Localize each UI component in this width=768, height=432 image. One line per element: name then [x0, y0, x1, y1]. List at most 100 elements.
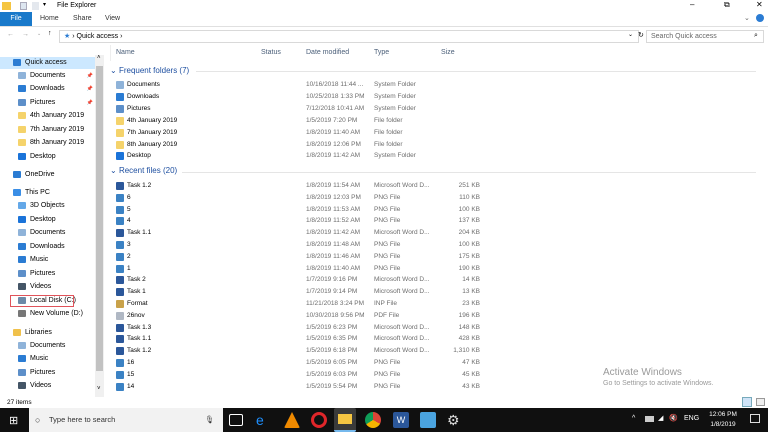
battery-icon[interactable] — [645, 416, 654, 422]
sidebar-item[interactable]: Pictures 📌 — [0, 97, 95, 109]
large-icons-view-button[interactable] — [756, 398, 765, 406]
list-item[interactable]: Task 1.2 1/8/2019 11:54 AM Microsoft Word … — [112, 180, 492, 192]
pin-icon[interactable]: 📌 — [87, 97, 93, 109]
help-icon[interactable] — [756, 14, 764, 22]
list-item[interactable]: 2 1/8/2019 11:46 AM PNG File 175 KB — [112, 251, 492, 263]
tab-share[interactable]: Share — [65, 12, 100, 26]
scroll-down-icon[interactable]: ˅ — [97, 386, 101, 392]
list-item[interactable]: Task 1 1/7/2019 9:14 PM Microsoft Word D..… — [112, 286, 492, 298]
group-frequent-folders[interactable]: ⌄ Frequent folders (7) — [110, 66, 189, 75]
minimize-button[interactable]: – — [690, 0, 694, 9]
sidebar-item[interactable]: Libraries — [0, 327, 95, 339]
column-status[interactable]: Status — [261, 49, 281, 56]
details-view-button[interactable] — [742, 397, 752, 407]
volume-muted-icon[interactable]: 🔇 — [669, 414, 678, 422]
edge-icon[interactable]: e — [256, 412, 272, 428]
recent-locations-icon[interactable]: ⌄ — [37, 31, 41, 37]
sidebar-scroll-thumb[interactable] — [96, 66, 103, 371]
chrome-icon[interactable] — [365, 412, 381, 428]
sidebar-item[interactable]: Music — [0, 353, 95, 365]
address-dropdown-icon[interactable]: ⌄ — [628, 31, 633, 38]
list-item[interactable]: Task 1.3 1/5/2019 6:23 PM Microsoft Word D… — [112, 322, 492, 334]
list-item[interactable]: 14 1/5/2019 5:54 PM PNG File 43 KB — [112, 381, 492, 393]
task-view-icon[interactable] — [229, 414, 243, 426]
sidebar-item[interactable]: Videos — [0, 380, 95, 392]
list-item[interactable]: 15 1/5/2019 6:03 PM PNG File 45 KB — [112, 369, 492, 381]
file-explorer-taskbar-button[interactable] — [334, 408, 356, 432]
clock[interactable]: 12:06 PM 1/8/2019 — [704, 410, 742, 430]
forward-button[interactable]: → — [22, 31, 29, 38]
list-item[interactable]: Task 1.1 1/8/2019 11:42 AM Microsoft Word … — [112, 227, 492, 239]
sidebar-item[interactable]: Music — [0, 254, 95, 266]
sidebar-item[interactable]: New Volume (D:) — [0, 308, 95, 320]
close-button[interactable]: ✕ — [756, 0, 763, 9]
expand-ribbon-icon[interactable]: ⌄ — [744, 14, 750, 22]
sidebar-item[interactable]: Documents — [0, 227, 95, 239]
sidebar-item[interactable]: Downloads 📌 — [0, 83, 95, 95]
show-hidden-icons[interactable]: ^ — [632, 415, 635, 422]
sidebar-item[interactable]: Downloads — [0, 241, 95, 253]
sidebar-item[interactable]: Videos — [0, 281, 95, 293]
list-item[interactable]: 16 1/5/2019 6:05 PM PNG File 47 KB — [112, 357, 492, 369]
tab-view[interactable]: View — [97, 12, 128, 26]
list-item[interactable]: 26nov 10/30/2018 9:56 PM PDF File 196 KB — [112, 310, 492, 322]
sidebar-item[interactable]: Desktop — [0, 151, 95, 163]
sidebar-item[interactable]: 7th January 2019 — [0, 124, 95, 136]
column-date-modified[interactable]: Date modified — [306, 49, 349, 56]
sidebar-item[interactable]: Documents — [0, 340, 95, 352]
refresh-button[interactable]: ↻ — [638, 31, 644, 39]
tab-file[interactable]: File — [0, 12, 32, 26]
sidebar-item[interactable]: Local Disk (C:) — [10, 295, 76, 307]
windows-start-icon[interactable]: ⊞ — [9, 414, 18, 427]
sidebar-item[interactable]: OneDrive — [0, 169, 95, 181]
list-item[interactable]: Task 2 1/7/2019 9:16 PM Microsoft Word D..… — [112, 274, 492, 286]
sidebar-item[interactable]: Pictures — [0, 268, 95, 280]
sidebar-item[interactable]: Quick access — [0, 57, 95, 69]
list-item[interactable]: 1 1/8/2019 11:40 AM PNG File 190 KB — [112, 263, 492, 275]
pin-icon[interactable]: 📌 — [87, 70, 93, 82]
maximize-button[interactable]: ⧉ — [724, 0, 730, 10]
sidebar-item[interactable]: Pictures — [0, 367, 95, 379]
list-item[interactable]: Desktop 1/8/2019 11:42 AM System Folder — [112, 150, 492, 162]
list-item[interactable]: Downloads 10/25/2018 1:33 PM System Folder — [112, 91, 492, 103]
list-item[interactable]: 8th January 2019 1/8/2019 12:06 PM File fo… — [112, 139, 492, 151]
column-name[interactable]: Name — [116, 49, 135, 56]
up-button[interactable]: ↑ — [48, 30, 52, 37]
list-item[interactable]: 5 1/8/2019 11:53 AM PNG File 100 KB — [112, 204, 492, 216]
list-item[interactable]: 6 1/8/2019 12:03 PM PNG File 110 KB — [112, 192, 492, 204]
list-item[interactable]: Format 11/21/2018 3:24 PM INP File 23 KB — [112, 298, 492, 310]
sidebar-item[interactable]: This PC — [0, 187, 95, 199]
back-button[interactable]: ← — [7, 31, 14, 38]
list-item[interactable]: Task 1.2 1/5/2019 6:18 PM Microsoft Word D… — [112, 345, 492, 357]
action-center-icon[interactable] — [750, 414, 760, 423]
opera-icon[interactable] — [311, 412, 327, 428]
sidebar-item[interactable]: Desktop — [0, 214, 95, 226]
vlc-icon[interactable] — [284, 412, 300, 428]
customize-toolbar-icon[interactable]: ▾ — [43, 1, 46, 8]
word-icon[interactable]: W — [393, 412, 409, 428]
search-input[interactable]: Search Quick access — [646, 30, 764, 43]
app-icon[interactable] — [420, 412, 436, 428]
group-recent-files[interactable]: ⌄ Recent files (20) — [110, 166, 177, 175]
language-indicator[interactable]: ENG — [684, 415, 699, 422]
column-size[interactable]: Size — [441, 49, 455, 56]
scroll-up-icon[interactable]: ˄ — [97, 55, 101, 61]
list-item[interactable]: 4th January 2019 1/5/2019 7:20 PM File fol… — [112, 115, 492, 127]
tab-home[interactable]: Home — [32, 12, 67, 26]
list-item[interactable]: Documents 10/16/2018 11:44 ... System Fold… — [112, 79, 492, 91]
list-item[interactable]: Pictures 7/12/2018 10:41 AM System Folder — [112, 103, 492, 115]
network-icon[interactable]: ◢ — [658, 414, 663, 422]
microphone-icon[interactable]: 🎙 — [205, 408, 215, 432]
column-type[interactable]: Type — [374, 49, 389, 56]
sidebar-item[interactable]: Documents 📌 — [0, 70, 95, 82]
settings-gear-icon[interactable]: ⚙ — [447, 412, 463, 428]
list-item[interactable]: 3 1/8/2019 11:48 AM PNG File 100 KB — [112, 239, 492, 251]
new-folder-icon[interactable] — [32, 2, 39, 10]
sidebar-item[interactable]: 8th January 2019 — [0, 137, 95, 149]
breadcrumb-quick-access[interactable]: Quick access — [77, 33, 119, 40]
list-item[interactable]: 7th January 2019 1/8/2019 11:40 AM File fo… — [112, 127, 492, 139]
sidebar-item[interactable]: 3D Objects — [0, 200, 95, 212]
address-input[interactable]: ★ › Quick access › — [59, 30, 639, 43]
list-item[interactable]: Task 1.1 1/5/2019 6:35 PM Microsoft Word D… — [112, 333, 492, 345]
sidebar-item[interactable]: 4th January 2019 — [0, 110, 95, 122]
